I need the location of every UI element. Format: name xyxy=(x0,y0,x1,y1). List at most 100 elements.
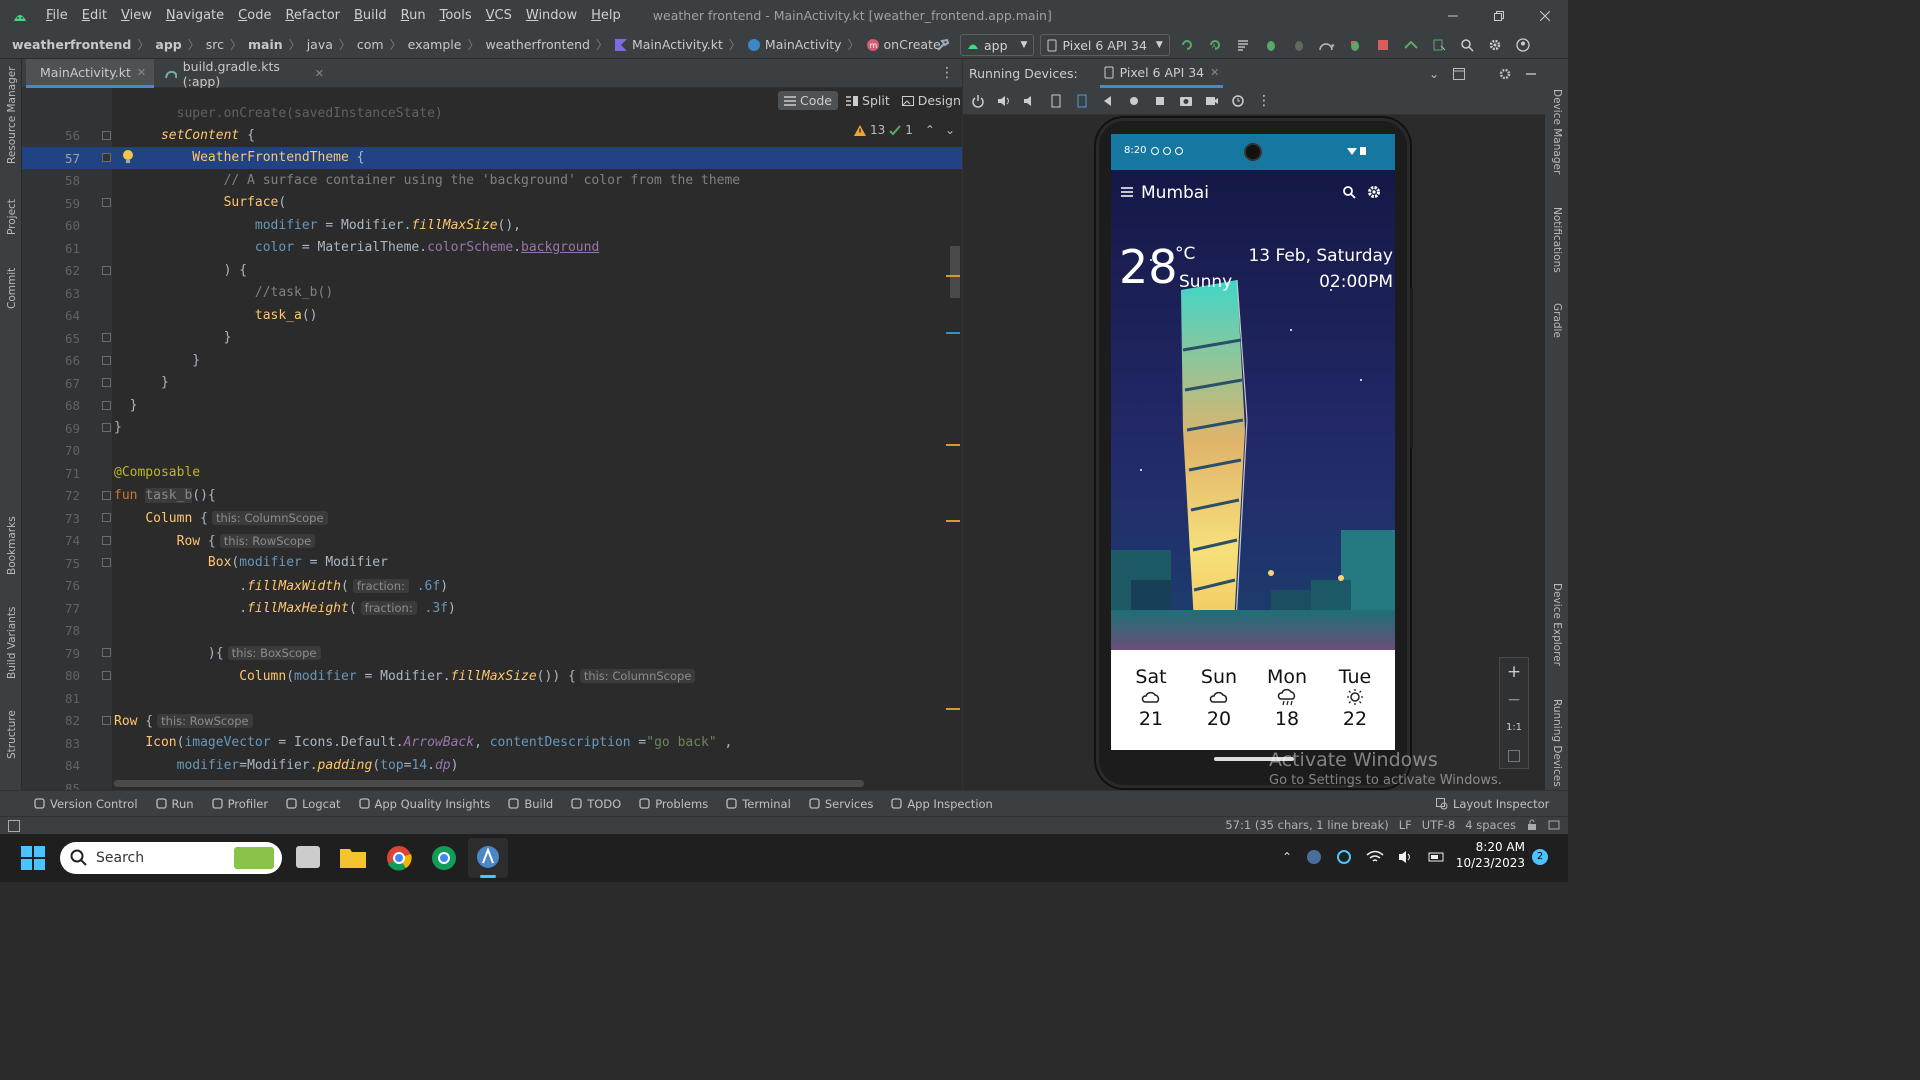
menu-refactor[interactable]: Refactor xyxy=(285,8,340,23)
warning-marker[interactable] xyxy=(946,708,960,710)
lock-icon[interactable] xyxy=(1526,819,1538,831)
file-explorer-icon[interactable] xyxy=(340,846,366,868)
hammer-icon[interactable] xyxy=(932,34,954,56)
gradle-tab[interactable]: Gradle xyxy=(1551,303,1563,338)
breadcrumb-item[interactable]: main 〉 xyxy=(248,36,307,53)
fold-marker[interactable] xyxy=(102,491,111,500)
search-icon[interactable] xyxy=(1456,34,1478,56)
toggle-tool-windows-icon[interactable] xyxy=(8,820,20,832)
forecast-day[interactable]: Sun 20 xyxy=(1187,650,1251,730)
power-icon[interactable] xyxy=(971,94,985,108)
close-icon[interactable]: ✕ xyxy=(315,67,324,80)
menu-run[interactable]: Run xyxy=(401,8,426,23)
tool-window-app-inspection[interactable]: App Inspection xyxy=(891,797,993,811)
run-config-selector[interactable]: app ▼ xyxy=(960,34,1035,56)
snapshot-icon[interactable] xyxy=(1231,94,1245,108)
more-options-icon[interactable]: ⋮ xyxy=(1257,93,1271,109)
volume-icon[interactable] xyxy=(1398,849,1414,865)
device-selector[interactable]: Pixel 6 API 34 ▼ xyxy=(1040,34,1170,56)
device-mirroring-icon[interactable] xyxy=(1400,34,1422,56)
layout-inspector-button[interactable]: Layout Inspector xyxy=(1436,797,1549,811)
tool-window-terminal[interactable]: Terminal xyxy=(726,797,791,811)
notification-badge[interactable]: 2 xyxy=(1532,849,1548,865)
inspection-widget[interactable]: 13 1 ⌃ ⌄ xyxy=(854,123,955,137)
info-marker[interactable] xyxy=(946,332,960,334)
tab-mainactivity[interactable]: MainActivity.kt ✕ xyxy=(26,59,154,88)
notifications-tab[interactable]: Notifications xyxy=(1551,207,1563,273)
breadcrumb-item[interactable]: MainActivity.kt 〉 xyxy=(614,36,747,53)
chevron-up-icon[interactable]: ⌃ xyxy=(1282,850,1292,864)
back-icon[interactable] xyxy=(1101,94,1115,108)
line-separator[interactable]: LF xyxy=(1399,818,1412,832)
tool-window-todo[interactable]: TODO xyxy=(571,797,621,811)
fold-marker[interactable] xyxy=(102,423,111,432)
stop-icon[interactable] xyxy=(1372,34,1394,56)
commit-tab[interactable]: Commit xyxy=(6,268,18,309)
menu-navigate[interactable]: Navigate xyxy=(166,8,224,23)
file-encoding[interactable]: UTF-8 xyxy=(1422,818,1456,832)
zoom-in-button[interactable]: + xyxy=(1500,658,1528,686)
fold-marker[interactable] xyxy=(102,401,111,410)
apply-code-changes-icon[interactable]: A xyxy=(1204,34,1226,56)
device-tab[interactable]: Pixel 6 API 34 ✕ xyxy=(1099,59,1224,88)
build-variants-tab[interactable]: Build Variants xyxy=(6,607,18,679)
code-editor[interactable]: 56 57 58 59 60 61 62 63 64 65 66 67 68 69 70 71 72 73 74 75… xyxy=(22,88,962,790)
breadcrumb-item[interactable]: m onCreate xyxy=(866,36,941,53)
menu-window[interactable]: Window xyxy=(526,8,577,23)
menu-file[interactable]: File xyxy=(46,8,68,23)
menu-help[interactable]: Help xyxy=(591,8,621,23)
windows-start-icon[interactable] xyxy=(21,846,45,870)
vertical-scrollbar-thumb[interactable] xyxy=(950,246,960,298)
clock[interactable]: 8:20 AM 10/23/2023 xyxy=(1455,840,1525,870)
tool-window-services[interactable]: Services xyxy=(809,797,873,811)
chevron-down-icon[interactable]: ⌄ xyxy=(945,123,955,137)
menu-edit[interactable]: Edit xyxy=(82,8,107,23)
tool-window-problems[interactable]: Problems xyxy=(639,797,708,811)
close-icon[interactable]: ✕ xyxy=(1210,66,1219,79)
warning-marker[interactable] xyxy=(946,275,960,277)
breadcrumb-item[interactable]: weatherfrontend 〉 xyxy=(12,36,155,53)
android-studio-logo[interactable] xyxy=(0,9,40,23)
menu-build[interactable]: Build xyxy=(354,8,387,23)
steam-icon[interactable] xyxy=(1306,849,1322,865)
rotate-right-icon[interactable] xyxy=(1075,94,1089,108)
more-options-icon[interactable]: ⋮ xyxy=(940,65,954,81)
breadcrumb-item[interactable]: com 〉 xyxy=(357,36,408,53)
gear-icon[interactable] xyxy=(1484,34,1506,56)
apply-changes-restart-icon[interactable] xyxy=(1176,34,1198,56)
taskbar-search-box[interactable]: Search xyxy=(60,842,282,874)
zoom-out-button[interactable]: − xyxy=(1500,686,1528,714)
bookmarks-tab[interactable]: Bookmarks xyxy=(6,516,18,575)
battery-icon[interactable] xyxy=(1428,849,1446,865)
menu-view[interactable]: View xyxy=(121,8,152,23)
chevron-down-icon[interactable]: ⌄ xyxy=(1429,67,1439,81)
window-layout-icon[interactable] xyxy=(1453,67,1465,80)
android-studio-taskbar-button[interactable] xyxy=(468,838,508,878)
project-tab[interactable]: Project xyxy=(6,199,18,235)
structure-tab[interactable]: Structure xyxy=(6,710,18,759)
phone-screen[interactable]: 8:20 Mumbai 28 °C Sunny 13 Feb, Saturday xyxy=(1111,134,1395,750)
tab-build-gradle[interactable]: build.gradle.kts (:app) ✕ xyxy=(156,59,332,89)
caret-position[interactable]: 57:1 (35 chars, 1 line break) xyxy=(1225,818,1388,832)
cortana-icon[interactable] xyxy=(1336,849,1352,865)
debug-icon[interactable] xyxy=(1260,34,1282,56)
attach-debugger-icon[interactable] xyxy=(1288,34,1310,56)
search-icon[interactable] xyxy=(1343,186,1356,199)
forecast-day[interactable]: Mon 18 xyxy=(1255,650,1319,730)
indent-setting[interactable]: 4 spaces xyxy=(1465,818,1516,832)
fold-marker[interactable] xyxy=(102,131,111,140)
gear-icon[interactable] xyxy=(1499,68,1511,80)
chrome-icon[interactable] xyxy=(386,845,412,871)
breadcrumb-item[interactable]: java 〉 xyxy=(307,36,357,53)
overview-icon[interactable] xyxy=(1153,94,1167,108)
fold-marker[interactable] xyxy=(102,536,111,545)
restore-button[interactable] xyxy=(1476,0,1522,31)
tool-window-run[interactable]: Run xyxy=(155,797,194,811)
split-view-button[interactable]: Split xyxy=(842,91,894,110)
zoom-fit-button[interactable] xyxy=(1500,742,1528,770)
device-manager-tab[interactable]: Device Manager xyxy=(1551,89,1563,174)
menu-vcs[interactable]: VCS xyxy=(486,8,512,23)
fold-marker[interactable] xyxy=(102,558,111,567)
fold-marker[interactable] xyxy=(102,356,111,365)
minimize-button[interactable] xyxy=(1430,0,1476,31)
